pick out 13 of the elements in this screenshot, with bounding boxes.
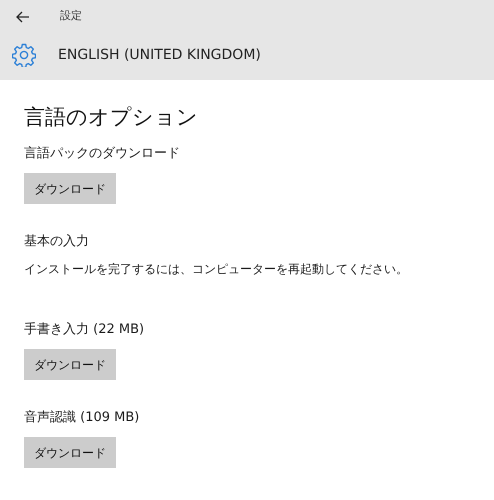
download-button[interactable]: ダウンロード	[24, 437, 116, 468]
back-icon	[16, 10, 30, 22]
setting-label: 音声認識 (109 MB)	[24, 409, 140, 427]
page-title: ENGLISH (UNITED KINGDOM)	[58, 46, 261, 64]
download-button[interactable]: ダウンロード	[24, 349, 116, 380]
setting-label: 基本の入力	[24, 233, 89, 251]
setting-label: 言語パックのダウンロード	[24, 145, 180, 163]
window-title: 設定	[60, 8, 82, 24]
settings-icon	[12, 43, 36, 67]
download-button[interactable]: ダウンロード	[24, 173, 116, 204]
section-heading: 言語のオプション	[24, 104, 199, 131]
setting-label: 手書き入力 (22 MB)	[24, 321, 144, 339]
restart-message: インストールを完了するには、コンピューターを再起動してください。	[24, 261, 408, 278]
